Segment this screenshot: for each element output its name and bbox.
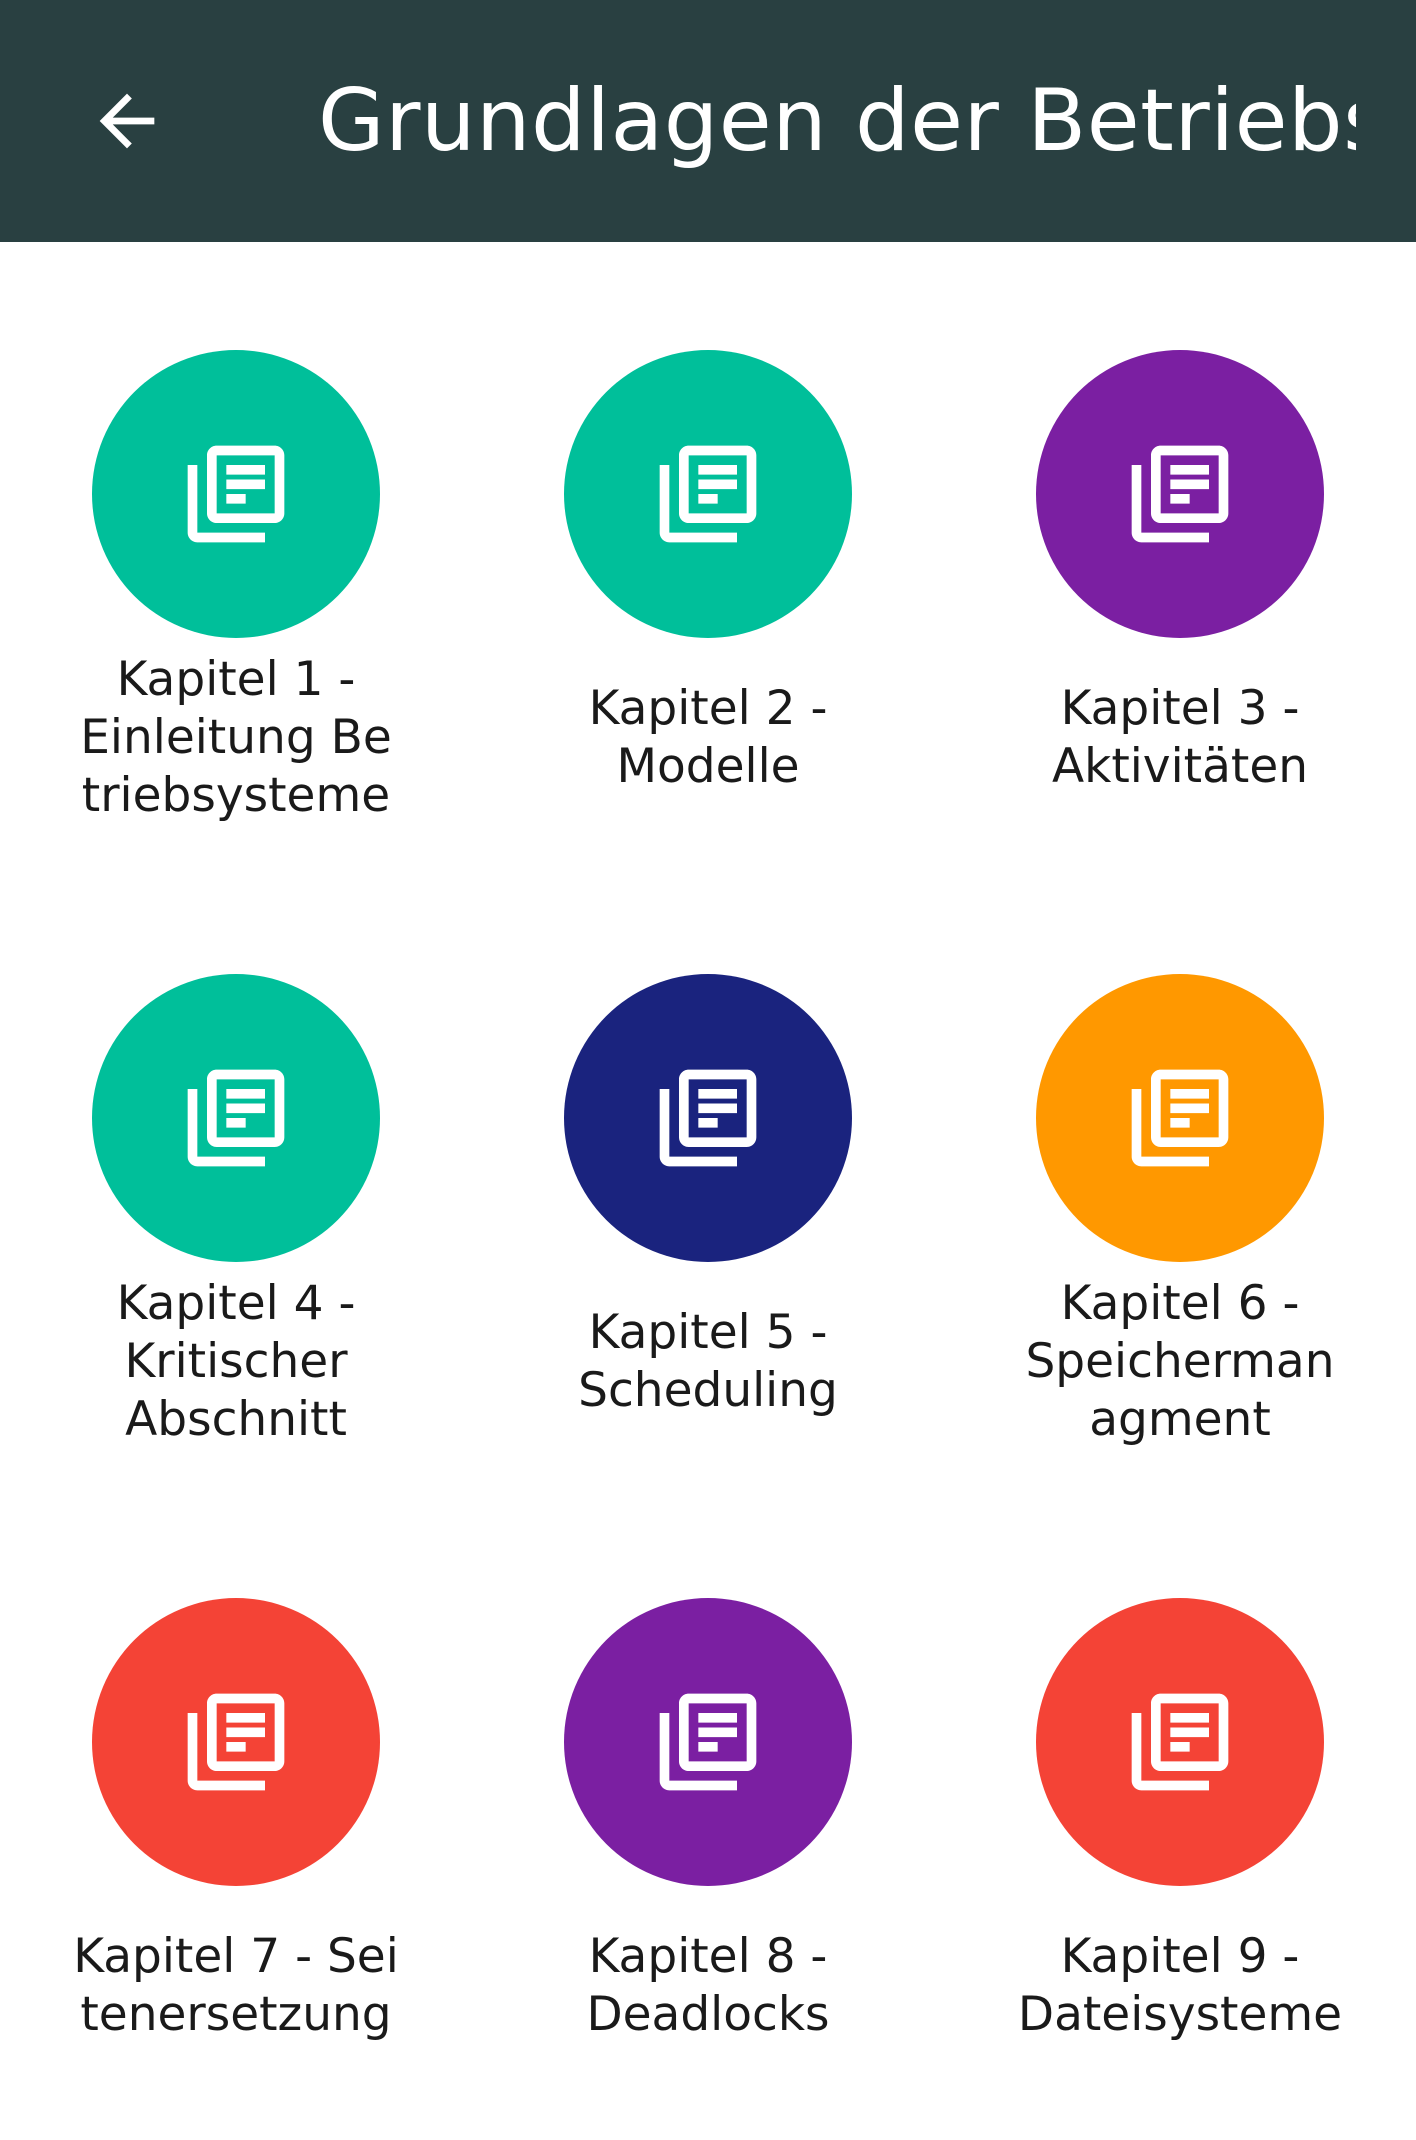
chapter-icon-circle [1036,974,1324,1262]
chapter-label-line: Modelle [616,739,800,794]
chapter-label-line: Kapitel 5 - [588,1305,828,1360]
chapter-label: Kapitel 1 - Einleitung Be triebsysteme [70,638,402,838]
chapter-icon-circle [564,350,852,638]
chapter-label-line: Dateisysteme [1017,1987,1343,2042]
library-books-icon [659,1693,757,1791]
chapter-label-line: Einleitung Be [80,710,392,765]
chapter-icon-circle [1036,350,1324,638]
library-books-icon [1131,445,1229,543]
chapter-tile-6[interactable]: Kapitel 6 - Speicherman agment [944,866,1416,1486]
library-books-icon [187,1069,285,1167]
chapter-icon-circle [92,1598,380,1886]
chapter-label-text: Kapitel 3 - Aktivitäten [1052,680,1308,796]
chapter-label-text: Kapitel 1 - Einleitung Be triebsysteme [80,651,392,825]
chapter-label-line: Kapitel 9 - [1060,1929,1300,1984]
chapter-icon-circle [92,974,380,1262]
chapter-label-text: Kapitel 8 - Deadlocks [586,1928,829,2044]
chapter-label: Kapitel 9 - Dateisysteme [1014,1886,1346,2086]
app-bar: Grundlagen der Betriebs... [0,0,1416,242]
chapter-label-text: Kapitel 2 - Modelle [589,680,828,796]
chapter-label-line: Kapitel 6 - [1060,1276,1300,1331]
chapter-label-line: Kapitel 7 - Sei [73,1929,399,1984]
chapter-label-line: Kapitel 4 - [116,1276,356,1331]
chapter-tile-5[interactable]: Kapitel 5 - Scheduling [472,866,944,1486]
library-books-icon [187,1693,285,1791]
chapter-label-text: Kapitel 7 - Sei tenersetzung [73,1928,399,2044]
chapter-tile-7[interactable]: Kapitel 7 - Sei tenersetzung [0,1490,472,2110]
library-books-icon [1131,1693,1229,1791]
chapter-label-line: Speicherman [1025,1334,1335,1389]
chapter-label-line: Deadlocks [586,1987,830,2042]
chapter-label-line: Aktivitäten [1051,739,1309,794]
chapter-tile-2[interactable]: Kapitel 2 - Modelle [472,242,944,862]
chapter-label: Kapitel 5 - Scheduling [542,1262,874,1462]
chapter-label-line: triebsysteme [81,768,391,823]
chapter-label: Kapitel 6 - Speicherman agment [1014,1262,1346,1462]
chapter-label-line: Scheduling [578,1363,838,1418]
chapter-label-text: Kapitel 5 - Scheduling [578,1304,838,1420]
back-button[interactable] [72,66,182,176]
chapter-label: Kapitel 7 - Sei tenersetzung [70,1886,402,2086]
chapter-tile-4[interactable]: Kapitel 4 - Kritischer Abschnitt [0,866,472,1486]
chapter-icon-circle [564,1598,852,1886]
library-books-icon [659,445,757,543]
chapter-label-line: Abschnitt [125,1392,347,1447]
chapter-label-text: Kapitel 9 - Dateisysteme [1018,1928,1342,2044]
chapter-tile-9[interactable]: Kapitel 9 - Dateisysteme [944,1490,1416,2110]
chapter-tile-1[interactable]: Kapitel 1 - Einleitung Be triebsysteme [0,242,472,862]
chapter-label-line: agment [1089,1392,1271,1447]
chapter-icon-circle [1036,1598,1324,1886]
chapter-label-line: Kapitel 1 - [116,652,356,707]
chapter-tile-3[interactable]: Kapitel 3 - Aktivitäten [944,242,1416,862]
chapter-icon-circle [564,974,852,1262]
chapter-label-line: Kritischer [124,1334,348,1389]
library-books-icon [659,1069,757,1167]
chapter-label: Kapitel 2 - Modelle [542,638,874,838]
chapter-label-text: Kapitel 6 - Speicherman agment [1025,1275,1334,1449]
chapter-icon-circle [92,350,380,638]
library-books-icon [1131,1069,1229,1167]
page-title: Grundlagen der Betriebs... [318,71,1356,171]
chapter-label: Kapitel 3 - Aktivitäten [1014,638,1346,838]
arrow-left-icon [99,93,155,149]
chapter-label-line: Kapitel 8 - [588,1929,828,1984]
chapter-label-line: tenersetzung [80,1987,392,2042]
chapter-label-text: Kapitel 4 - Kritischer Abschnitt [117,1275,356,1449]
chapter-label: Kapitel 8 - Deadlocks [542,1886,874,2086]
chapter-tile-8[interactable]: Kapitel 8 - Deadlocks [472,1490,944,2110]
chapter-label: Kapitel 4 - Kritischer Abschnitt [70,1262,402,1462]
library-books-icon [187,445,285,543]
chapter-label-line: Kapitel 2 - [588,681,828,736]
chapter-label-line: Kapitel 3 - [1060,681,1300,736]
